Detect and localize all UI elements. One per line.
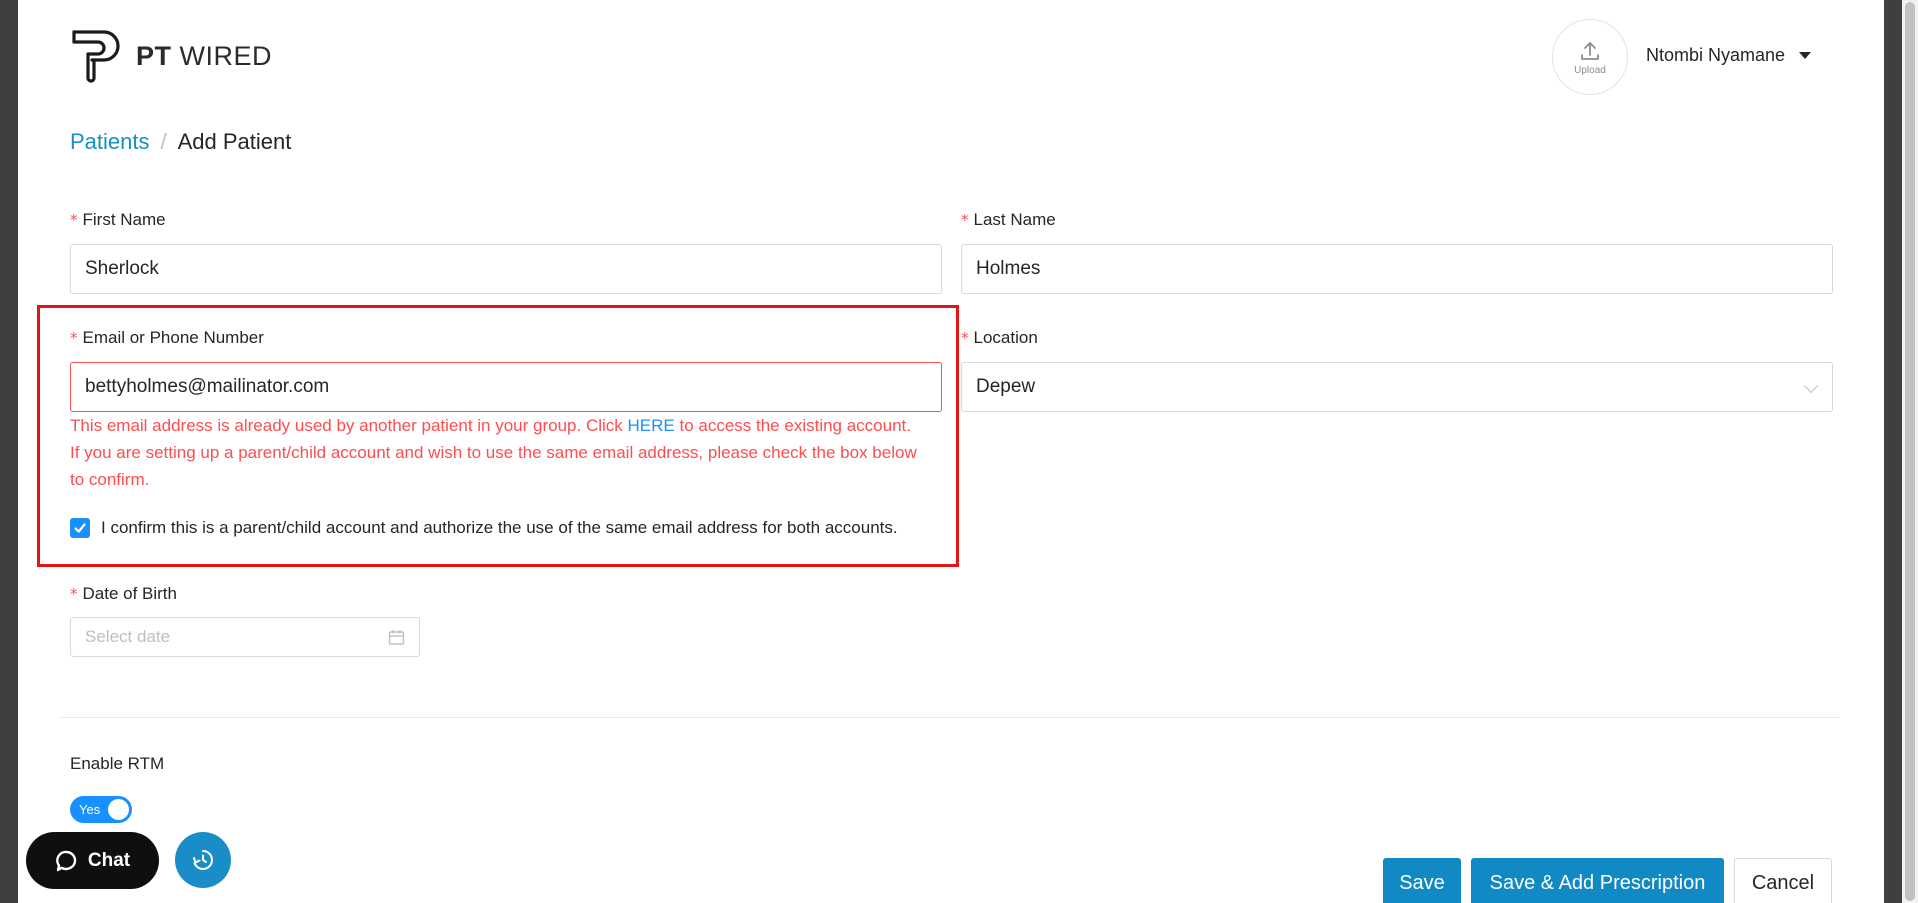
toggle-knob [108, 799, 129, 820]
chat-bubble-icon [56, 850, 77, 871]
location-select[interactable]: Depew [961, 362, 1833, 412]
rtm-label: Enable RTM [70, 754, 165, 773]
chat-button[interactable]: Chat [26, 832, 159, 889]
user-menu[interactable]: Ntombi Nyamane [1646, 45, 1812, 66]
dob-label: * Date of Birth [70, 584, 177, 603]
upload-label: Upload [1574, 64, 1606, 76]
history-widget-button[interactable] [175, 832, 231, 888]
first-name-label: * First Name [70, 210, 166, 229]
breadcrumb-separator: / [160, 129, 167, 154]
upload-icon [1581, 41, 1599, 60]
background-strip-left [0, 0, 18, 903]
dob-placeholder: Select date [85, 627, 171, 646]
add-patient-panel: PT WIRED Upload Ntombi Nyamane Patients … [18, 0, 1884, 903]
required-mark: * [70, 585, 78, 603]
required-mark: * [70, 211, 78, 229]
logo-text: PT WIRED [136, 40, 273, 71]
scrollbar-thumb[interactable] [1905, 2, 1915, 901]
breadcrumb: Patients / Add Patient [70, 129, 291, 155]
rtm-toggle-text: Yes [79, 802, 101, 817]
chat-label: Chat [87, 849, 131, 871]
location-value: Depew [976, 376, 1036, 397]
logo-mark-icon [72, 30, 120, 83]
user-name: Ntombi Nyamane [1646, 45, 1786, 65]
pt-wired-logo[interactable]: PT WIRED [70, 28, 272, 84]
save-add-prescription-button[interactable]: Save & Add Prescription [1471, 858, 1724, 903]
cancel-button[interactable]: Cancel [1734, 858, 1832, 903]
section-divider [58, 717, 1840, 718]
upload-button[interactable]: Upload [1552, 19, 1628, 95]
rtm-toggle[interactable]: Yes [70, 796, 132, 823]
breadcrumb-current: Add Patient [177, 129, 292, 154]
breadcrumb-patients-link[interactable]: Patients [70, 129, 150, 155]
location-label: * Location [961, 328, 1038, 347]
caret-down-icon [1799, 52, 1812, 59]
required-mark: * [961, 329, 969, 347]
save-button[interactable]: Save [1383, 858, 1461, 903]
first-name-input[interactable]: Sherlock [70, 244, 942, 294]
highlight-annotation-box [37, 305, 959, 567]
required-mark: * [961, 211, 969, 229]
chevron-down-icon [1803, 378, 1819, 394]
last-name-input[interactable]: Holmes [961, 244, 1833, 294]
last-name-label: * Last Name [961, 210, 1056, 229]
history-icon [193, 850, 213, 870]
background-strip-right [1884, 0, 1902, 903]
calendar-icon [388, 630, 405, 645]
dob-datepicker[interactable]: Select date [70, 617, 420, 657]
